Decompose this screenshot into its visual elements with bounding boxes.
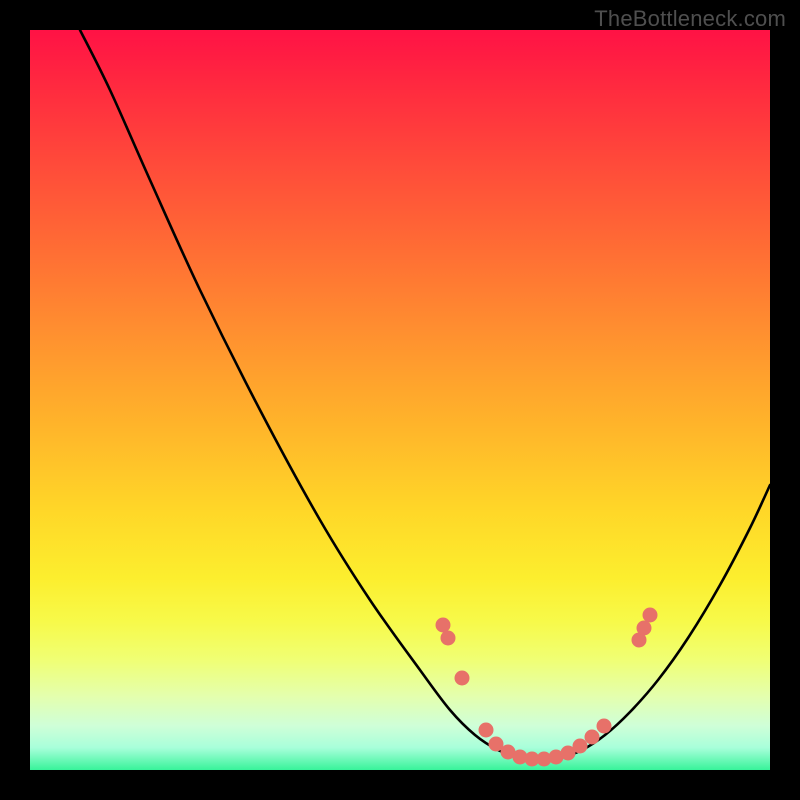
highlight-dot [441,631,456,646]
chart-frame: TheBottleneck.com [0,0,800,800]
highlight-dot [455,671,470,686]
watermark-text: TheBottleneck.com [594,6,786,32]
highlight-dot [643,608,658,623]
highlight-dot [436,618,451,633]
highlight-dot [573,739,588,754]
bottleneck-curve [80,30,770,760]
highlight-dot [585,730,600,745]
plot-area [30,30,770,770]
curve-svg [30,30,770,770]
highlight-dot [597,719,612,734]
highlight-dots-group [436,608,658,767]
highlight-dot [479,723,494,738]
highlight-dot [637,621,652,636]
